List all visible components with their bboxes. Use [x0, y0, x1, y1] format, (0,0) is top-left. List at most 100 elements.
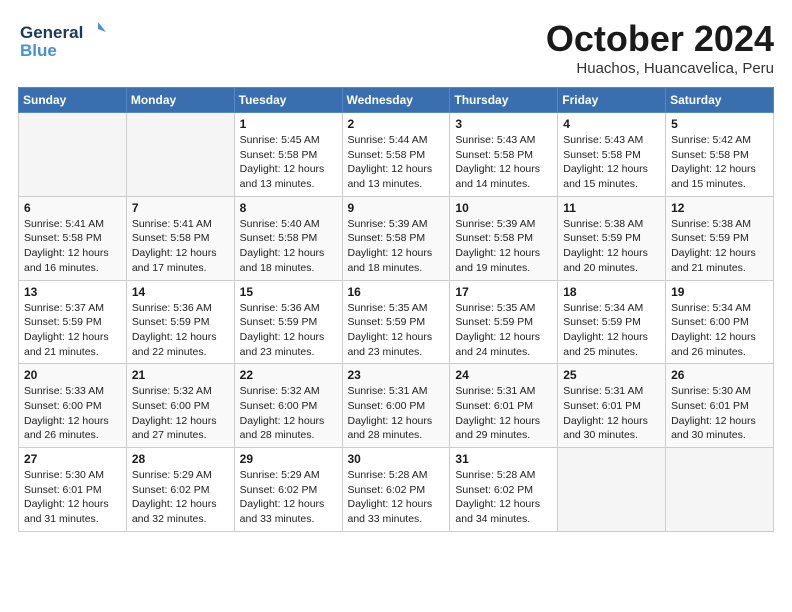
day-info: Sunrise: 5:32 AM Sunset: 6:00 PM Dayligh… — [132, 384, 229, 443]
day-cell-16: 16 Sunrise: 5:35 AM Sunset: 5:59 PM Dayli… — [342, 280, 450, 364]
day-info: Sunrise: 5:45 AM Sunset: 5:58 PM Dayligh… — [240, 133, 337, 192]
day-cell-29: 29Sunrise: 5:29 AM Sunset: 6:02 PM Dayli… — [234, 448, 342, 532]
weekday-header-friday: Friday — [558, 88, 666, 113]
day-cell-2: 2 Sunrise: 5:44 AM Sunset: 5:58 PM Daylig… — [342, 113, 450, 197]
week-row-3: 13 Sunrise: 5:37 AM Sunset: 5:59 PM Dayli… — [19, 280, 774, 364]
day-cell-27: 27 Sunrise: 5:30 AM Sunset: 6:01 PM Dayli… — [19, 448, 127, 532]
day-info: Sunrise: 5:38 AM Sunset: 5:59 PM Dayligh… — [563, 217, 660, 276]
day-number: 14 — [132, 285, 229, 299]
day-number: 13 — [24, 285, 121, 299]
day-number: 11 — [563, 201, 660, 215]
day-info: Sunrise: 5:41 AM Sunset: 5:58 PM Dayligh… — [132, 217, 229, 276]
day-info: Sunrise: 5:42 AM Sunset: 5:58 PM Dayligh… — [671, 133, 768, 192]
day-cell-31: 31Sunrise: 5:28 AM Sunset: 6:02 PM Dayli… — [450, 448, 558, 532]
day-info: Sunrise: 5:37 AM Sunset: 5:59 PM Dayligh… — [24, 301, 121, 360]
day-number: 28 — [132, 452, 229, 466]
week-row-5: 27 Sunrise: 5:30 AM Sunset: 6:01 PM Dayli… — [19, 448, 774, 532]
day-info: Sunrise: 5:35 AM Sunset: 5:59 PM Dayligh… — [348, 301, 445, 360]
day-cell-4: 4 Sunrise: 5:43 AM Sunset: 5:58 PM Daylig… — [558, 113, 666, 197]
day-number: 12 — [671, 201, 768, 215]
day-number: 20 — [24, 368, 121, 382]
day-cell-14: 14 Sunrise: 5:36 AM Sunset: 5:59 PM Dayli… — [126, 280, 234, 364]
day-number: 6 — [24, 201, 121, 215]
day-number: 1 — [240, 117, 337, 131]
day-info: Sunrise: 5:36 AM Sunset: 5:59 PM Dayligh… — [240, 301, 337, 360]
logo: General Blue — [18, 18, 108, 62]
day-info: Sunrise: 5:31 AM Sunset: 6:00 PM Dayligh… — [348, 384, 445, 443]
day-number: 16 — [348, 285, 445, 299]
day-cell-1: 1 Sunrise: 5:45 AM Sunset: 5:58 PM Daylig… — [234, 113, 342, 197]
day-info: Sunrise: 5:40 AM Sunset: 5:58 PM Dayligh… — [240, 217, 337, 276]
day-cell-19: 19 Sunrise: 5:34 AM Sunset: 6:00 PM Dayli… — [666, 280, 774, 364]
day-info: Sunrise: 5:30 AM Sunset: 6:01 PM Dayligh… — [24, 468, 121, 527]
weekday-header-tuesday: Tuesday — [234, 88, 342, 113]
calendar: SundayMondayTuesdayWednesdayThursdayFrid… — [18, 87, 774, 532]
day-number: 2 — [348, 117, 445, 131]
day-number: 31 — [455, 452, 552, 466]
day-info: Sunrise: 5:29 AM Sunset: 6:02 PM Dayligh… — [132, 468, 229, 527]
day-cell-7: 7 Sunrise: 5:41 AM Sunset: 5:58 PM Daylig… — [126, 196, 234, 280]
week-row-2: 6 Sunrise: 5:41 AM Sunset: 5:58 PM Daylig… — [19, 196, 774, 280]
day-info: Sunrise: 5:34 AM Sunset: 6:00 PM Dayligh… — [671, 301, 768, 360]
day-cell-26: 26Sunrise: 5:30 AM Sunset: 6:01 PM Dayli… — [666, 364, 774, 448]
day-cell-15: 15 Sunrise: 5:36 AM Sunset: 5:59 PM Dayli… — [234, 280, 342, 364]
day-number: 30 — [348, 452, 445, 466]
day-number: 9 — [348, 201, 445, 215]
day-number: 19 — [671, 285, 768, 299]
day-number: 7 — [132, 201, 229, 215]
day-info: Sunrise: 5:44 AM Sunset: 5:58 PM Dayligh… — [348, 133, 445, 192]
day-cell-12: 12 Sunrise: 5:38 AM Sunset: 5:59 PM Dayli… — [666, 196, 774, 280]
day-number: 4 — [563, 117, 660, 131]
day-info: Sunrise: 5:31 AM Sunset: 6:01 PM Dayligh… — [455, 384, 552, 443]
day-info: Sunrise: 5:39 AM Sunset: 5:58 PM Dayligh… — [455, 217, 552, 276]
day-info: Sunrise: 5:30 AM Sunset: 6:01 PM Dayligh… — [671, 384, 768, 443]
day-cell-3: 3Sunrise: 5:43 AM Sunset: 5:58 PM Daylig… — [450, 113, 558, 197]
day-info: Sunrise: 5:41 AM Sunset: 5:58 PM Dayligh… — [24, 217, 121, 276]
day-cell-28: 28 Sunrise: 5:29 AM Sunset: 6:02 PM Dayli… — [126, 448, 234, 532]
day-cell-21: 21 Sunrise: 5:32 AM Sunset: 6:00 PM Dayli… — [126, 364, 234, 448]
day-number: 24 — [455, 368, 552, 382]
day-cell-5: 5Sunrise: 5:42 AM Sunset: 5:58 PM Daylig… — [666, 113, 774, 197]
weekday-header-monday: Monday — [126, 88, 234, 113]
day-cell-6: 6 Sunrise: 5:41 AM Sunset: 5:58 PM Daylig… — [19, 196, 127, 280]
day-number: 29 — [240, 452, 337, 466]
day-info: Sunrise: 5:31 AM Sunset: 6:01 PM Dayligh… — [563, 384, 660, 443]
day-info: Sunrise: 5:28 AM Sunset: 6:02 PM Dayligh… — [348, 468, 445, 527]
location: Huachos, Huancavelica, Peru — [546, 60, 774, 77]
day-info: Sunrise: 5:34 AM Sunset: 5:59 PM Dayligh… — [563, 301, 660, 360]
weekday-header-wednesday: Wednesday — [342, 88, 450, 113]
day-cell-empty — [19, 113, 127, 197]
day-cell-9: 9Sunrise: 5:39 AM Sunset: 5:58 PM Daylig… — [342, 196, 450, 280]
day-number: 27 — [24, 452, 121, 466]
svg-text:Blue: Blue — [20, 41, 57, 60]
page: General Blue October 2024 Huachos, Huanc… — [0, 0, 792, 612]
day-cell-empty — [666, 448, 774, 532]
header: General Blue October 2024 Huachos, Huanc… — [18, 18, 774, 77]
day-number: 25 — [563, 368, 660, 382]
day-info: Sunrise: 5:36 AM Sunset: 5:59 PM Dayligh… — [132, 301, 229, 360]
day-number: 10 — [455, 201, 552, 215]
weekday-header-saturday: Saturday — [666, 88, 774, 113]
day-cell-13: 13 Sunrise: 5:37 AM Sunset: 5:59 PM Dayli… — [19, 280, 127, 364]
day-cell-20: 20Sunrise: 5:33 AM Sunset: 6:00 PM Dayli… — [19, 364, 127, 448]
day-cell-empty — [558, 448, 666, 532]
day-info: Sunrise: 5:43 AM Sunset: 5:58 PM Dayligh… — [563, 133, 660, 192]
day-cell-30: 30 Sunrise: 5:28 AM Sunset: 6:02 PM Dayli… — [342, 448, 450, 532]
day-cell-25: 25 Sunrise: 5:31 AM Sunset: 6:01 PM Dayli… — [558, 364, 666, 448]
day-info: Sunrise: 5:43 AM Sunset: 5:58 PM Dayligh… — [455, 133, 552, 192]
day-cell-17: 17Sunrise: 5:35 AM Sunset: 5:59 PM Dayli… — [450, 280, 558, 364]
day-info: Sunrise: 5:38 AM Sunset: 5:59 PM Dayligh… — [671, 217, 768, 276]
svg-text:General: General — [20, 23, 83, 42]
day-info: Sunrise: 5:32 AM Sunset: 6:00 PM Dayligh… — [240, 384, 337, 443]
day-cell-18: 18Sunrise: 5:34 AM Sunset: 5:59 PM Dayli… — [558, 280, 666, 364]
day-number: 8 — [240, 201, 337, 215]
logo-svg: General Blue — [18, 18, 108, 62]
day-cell-24: 24 Sunrise: 5:31 AM Sunset: 6:01 PM Dayli… — [450, 364, 558, 448]
week-row-1: 1 Sunrise: 5:45 AM Sunset: 5:58 PM Daylig… — [19, 113, 774, 197]
day-cell-23: 23Sunrise: 5:31 AM Sunset: 6:00 PM Dayli… — [342, 364, 450, 448]
week-row-4: 20Sunrise: 5:33 AM Sunset: 6:00 PM Dayli… — [19, 364, 774, 448]
day-number: 21 — [132, 368, 229, 382]
day-cell-8: 8 Sunrise: 5:40 AM Sunset: 5:58 PM Daylig… — [234, 196, 342, 280]
day-number: 15 — [240, 285, 337, 299]
weekday-header-row: SundayMondayTuesdayWednesdayThursdayFrid… — [19, 88, 774, 113]
